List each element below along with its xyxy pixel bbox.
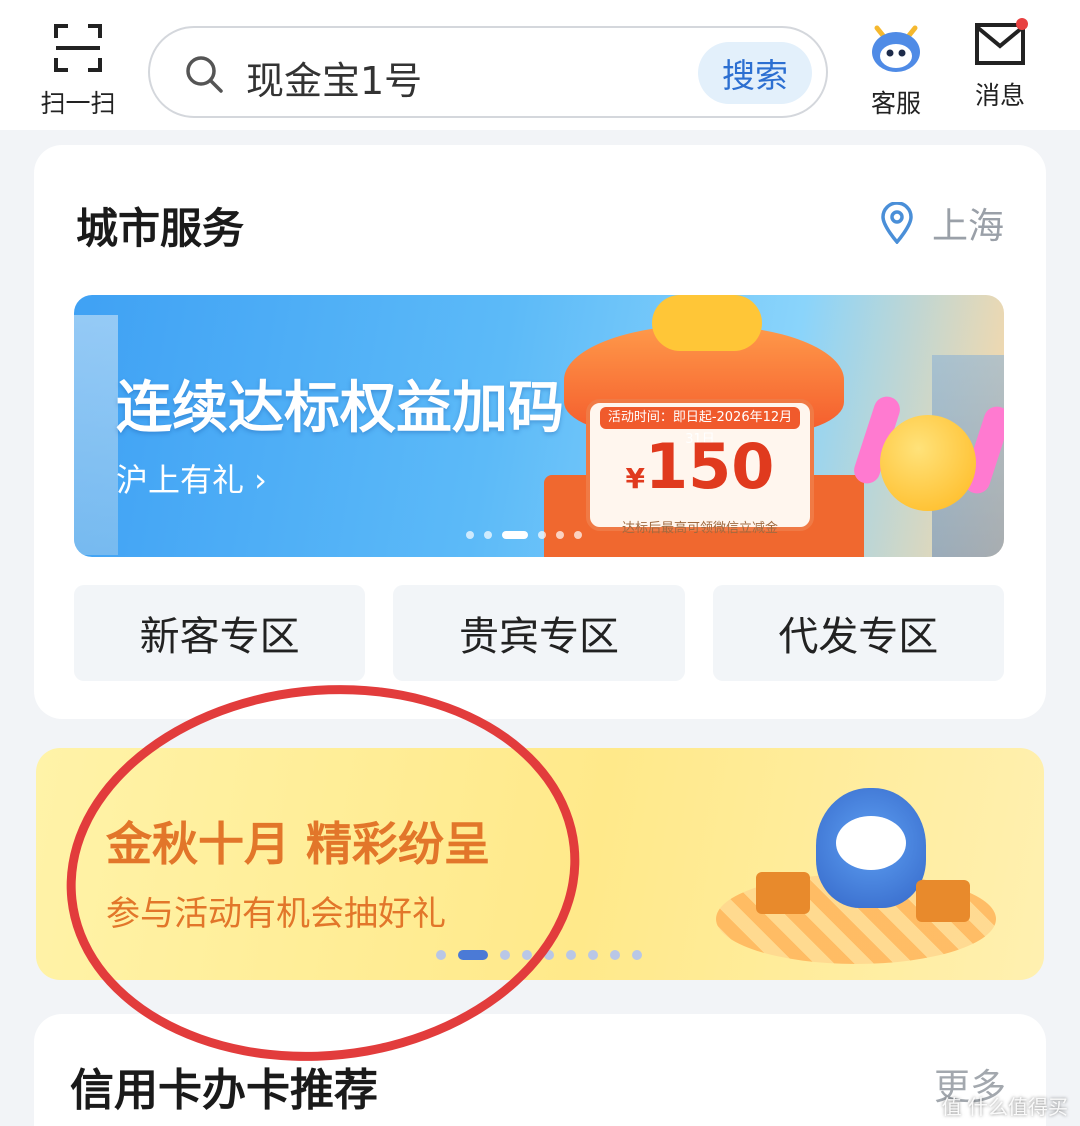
carousel-indicator: [466, 531, 582, 539]
search-icon: [186, 56, 223, 93]
customer-service-button[interactable]: 客服: [846, 22, 946, 120]
location-selector[interactable]: 上海: [880, 197, 1004, 249]
watermark: 值 什么值得买: [941, 1095, 1068, 1119]
city-tower-graphic: [74, 315, 118, 555]
dragon-mascot-icon: [872, 25, 920, 72]
payroll-zone-button[interactable]: 代发专区: [712, 585, 1004, 681]
search-bar[interactable]: 现金宝1号 搜索: [148, 26, 828, 118]
message-label: 消息: [974, 81, 1025, 110]
carousel-dot: [466, 531, 474, 539]
location-label: 上海: [931, 206, 1004, 247]
location-pin-icon: [881, 202, 913, 244]
carousel-dot: [588, 950, 598, 960]
zone-buttons: 新客专区 贵宾专区 代发专区: [74, 585, 1004, 681]
banner-subtitle-link[interactable]: 沪上有礼 ›: [116, 455, 267, 501]
credit-card-title: 信用卡办卡推荐: [70, 1065, 378, 1116]
carousel-dot: [484, 531, 492, 539]
carousel-dot: [610, 950, 620, 960]
scan-icon: [54, 24, 102, 72]
top-bar: 扫一扫 现金宝1号 搜索 客服 消息: [0, 0, 1080, 130]
unread-dot: [1016, 18, 1028, 30]
gift-basket-graphic: [756, 872, 810, 914]
new-customer-zone-button[interactable]: 新客专区: [74, 585, 366, 681]
promo-carousel-banner[interactable]: 连续达标权益加码 沪上有礼 › 活动时间：即日起-2026年12月31日 ¥15…: [74, 295, 1004, 557]
coupon-note: 达标后最高可领微信立减金: [621, 521, 778, 536]
coupon-graphic: 活动时间：即日起-2026年12月31日 ¥150 达标后最高可领微信立减金: [586, 399, 814, 536]
coupon-value: 150: [645, 430, 775, 503]
dragon-face-graphic: [836, 816, 906, 870]
emoji-face-graphic: [880, 415, 976, 511]
banner-title: 连续达标权益加码: [116, 376, 564, 441]
carousel-dot: [574, 531, 582, 539]
message-button[interactable]: 消息: [950, 18, 1050, 112]
city-services-title: 城市服务: [76, 204, 245, 253]
coupon-header: 活动时间：即日起-2026年12月31日: [600, 407, 800, 447]
carousel-dot: [566, 950, 576, 960]
scan-button[interactable]: 扫一扫: [28, 22, 128, 120]
carousel-dot: [538, 531, 546, 539]
vip-zone-button[interactable]: 贵宾专区: [393, 585, 685, 681]
coupon-amount: ¥150: [590, 429, 810, 517]
carousel-dot: [556, 531, 564, 539]
carousel-dot-active: [502, 531, 528, 539]
customer-service-label: 客服: [870, 89, 921, 118]
gift-basket-graphic: [916, 880, 970, 922]
carousel-dot: [632, 950, 642, 960]
gift-bow-graphic: [652, 295, 762, 351]
scan-label: 扫一扫: [40, 89, 116, 118]
city-services-card: 城市服务 上海 连续达标权益加码 沪上有礼 › 活动时间：即日起-2026年12…: [34, 145, 1046, 719]
search-button[interactable]: 搜索: [698, 42, 812, 104]
coupon-currency: ¥: [625, 462, 646, 495]
message-icon-wrap: [974, 18, 1028, 70]
search-input[interactable]: 现金宝1号: [246, 50, 422, 105]
